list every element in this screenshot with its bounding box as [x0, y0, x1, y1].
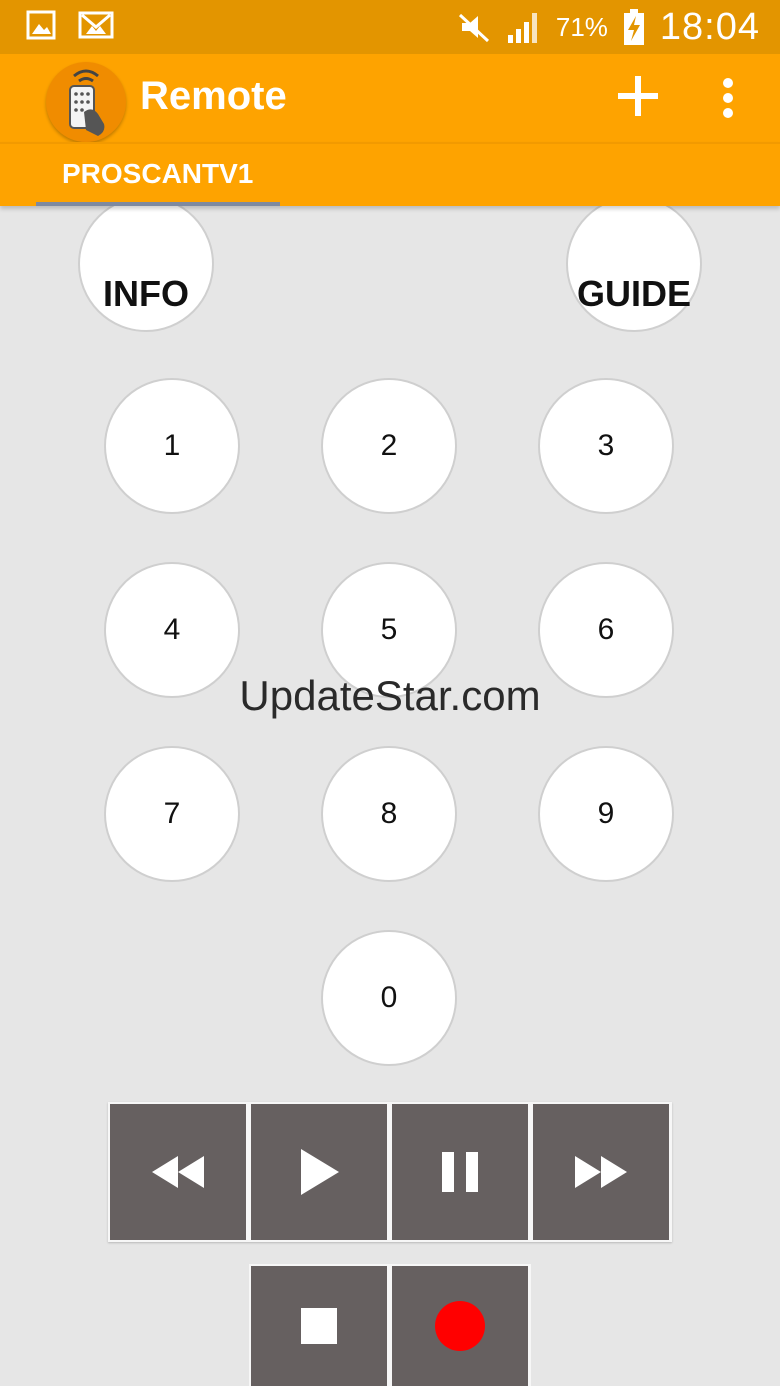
digit-label: 7 — [163, 797, 181, 830]
battery-percent: 71% — [555, 11, 608, 42]
notification-icons — [26, 10, 114, 40]
more-vert-icon — [723, 78, 733, 118]
add-button[interactable] — [616, 74, 660, 118]
tab-bar: PROSCANTV1 — [0, 142, 780, 206]
clock: 18:04 — [659, 5, 760, 48]
fast-forward-button[interactable] — [533, 1104, 669, 1240]
remote-hand-icon — [69, 69, 105, 136]
digit-0-button[interactable]: 0 — [321, 930, 457, 1066]
tab-selected-indicator — [36, 202, 280, 206]
tab-proscantv1[interactable]: PROSCANTV1 — [36, 142, 280, 206]
digit-label: 4 — [163, 613, 181, 646]
app-bar: Remote — [0, 54, 780, 142]
signal-icon — [507, 13, 537, 43]
digit-3-button[interactable]: 3 — [538, 378, 674, 514]
digit-label: 9 — [597, 797, 615, 830]
app-logo[interactable] — [46, 62, 126, 142]
plus-icon — [618, 76, 658, 116]
guide-button[interactable]: GUIDE — [566, 196, 702, 332]
app-title: Remote — [140, 74, 287, 118]
digit-9-button[interactable]: 9 — [538, 746, 674, 882]
play-icon — [301, 1149, 339, 1195]
digit-label: 5 — [380, 613, 398, 646]
stop-button[interactable] — [251, 1266, 387, 1386]
watermark: UpdateStar.com — [239, 672, 541, 719]
digit-label: 0 — [380, 981, 398, 1014]
tab-label: PROSCANTV1 — [62, 158, 254, 189]
digit-label: 2 — [380, 429, 398, 462]
digit-label: 6 — [597, 613, 615, 646]
digit-label: 8 — [380, 797, 398, 830]
app-bar-divider — [0, 142, 780, 144]
pause-icon — [442, 1152, 478, 1192]
digit-label: 3 — [597, 429, 615, 462]
pause-button[interactable] — [392, 1104, 528, 1240]
rewind-icon — [152, 1156, 204, 1188]
battery-charging-icon — [623, 9, 644, 45]
guide-label: GUIDE — [576, 273, 691, 314]
rewind-button[interactable] — [110, 1104, 246, 1240]
fast-forward-icon — [575, 1156, 627, 1188]
record-icon — [435, 1301, 485, 1351]
status-bar: 71% 18:04 — [0, 0, 780, 54]
digit-7-button[interactable]: 7 — [104, 746, 240, 882]
overflow-menu-button[interactable] — [712, 76, 744, 120]
play-button[interactable] — [251, 1104, 387, 1240]
digit-1-button[interactable]: 1 — [104, 378, 240, 514]
digit-label: 1 — [163, 429, 181, 462]
info-button[interactable]: INFO — [78, 196, 214, 332]
mute-icon — [458, 13, 489, 43]
gallery-icon — [26, 10, 56, 40]
record-button[interactable] — [392, 1266, 528, 1386]
gmail-icon — [78, 11, 114, 39]
digit-8-button[interactable]: 8 — [321, 746, 457, 882]
digit-2-button[interactable]: 2 — [321, 378, 457, 514]
info-label: INFO — [103, 273, 189, 314]
stop-icon — [301, 1308, 337, 1344]
